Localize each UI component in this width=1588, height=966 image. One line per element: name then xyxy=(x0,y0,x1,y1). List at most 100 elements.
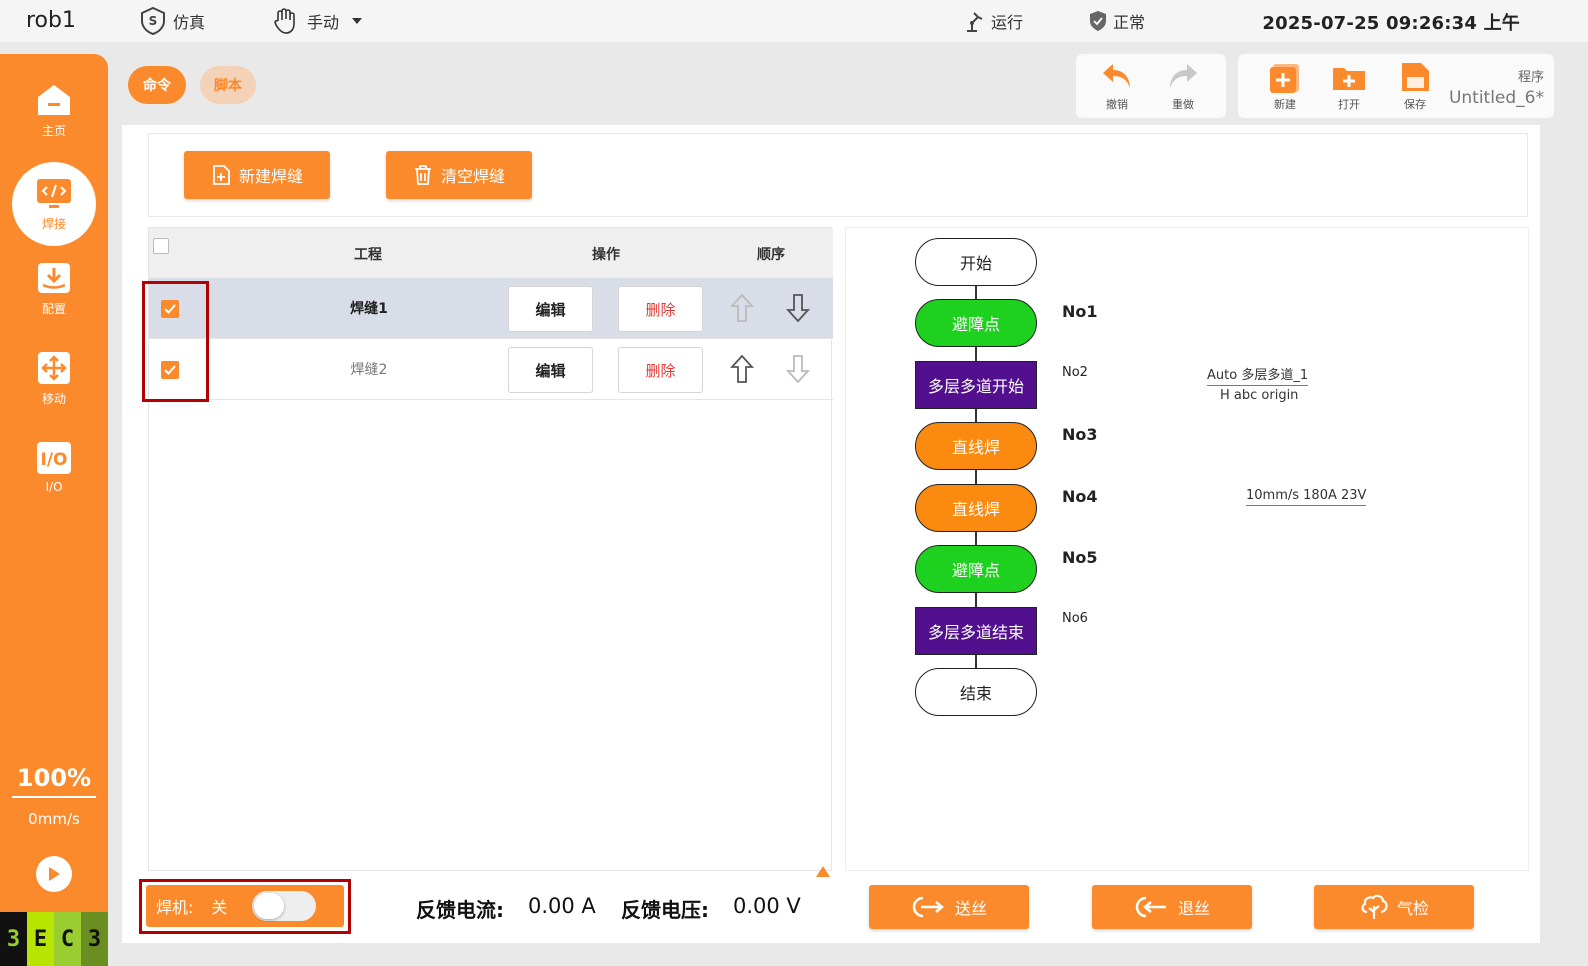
flow-node-param: H abc origin xyxy=(1220,388,1299,403)
program-name: Untitled_6* xyxy=(1448,88,1544,108)
undo-button[interactable]: 撤销 xyxy=(1092,60,1142,112)
sidebar-item-move[interactable]: 移动 xyxy=(0,350,108,407)
file-toolbar: 新建 打开 保存 程序 Untitled_6* xyxy=(1238,54,1554,118)
save-label: 保存 xyxy=(1404,98,1426,111)
open-folder-icon xyxy=(1333,68,1365,90)
sidebar-item-config[interactable]: 配置 xyxy=(0,260,108,317)
mode-label: 手动 xyxy=(307,13,340,32)
flow-node[interactable]: 多层多道开始 xyxy=(915,361,1037,409)
sidebar-item-label: 主页 xyxy=(41,124,66,138)
feedback-voltage-value: 0.00 V xyxy=(733,894,801,918)
home-icon xyxy=(38,85,70,115)
wire-feed-icon xyxy=(912,896,944,918)
brand-logo: 3 E C 3 xyxy=(0,912,108,966)
flow-node[interactable]: 避障点 xyxy=(915,545,1037,593)
robot-name: rob1 xyxy=(26,8,76,33)
new-program-button[interactable]: 新建 xyxy=(1260,60,1310,112)
svg-text:I/O: I/O xyxy=(41,450,68,470)
logo-char: 3 xyxy=(81,912,108,966)
sidebar-item-label: 配置 xyxy=(41,302,66,316)
program-caption: 程序 xyxy=(1517,70,1544,85)
open-program-button[interactable]: 打开 xyxy=(1324,60,1374,112)
edit-button[interactable]: 编辑 xyxy=(508,347,593,393)
code-monitor-icon xyxy=(37,178,71,208)
feed-wire-label: 送丝 xyxy=(954,899,987,918)
datetime: 2025-07-25 09:26:34 上午 xyxy=(1262,13,1520,34)
flow-node[interactable]: 避障点 xyxy=(915,299,1037,347)
simulation-shield-icon: S xyxy=(141,6,165,36)
new-seam-button[interactable]: 新建焊缝 xyxy=(184,151,330,199)
tab-script[interactable]: 脚本 xyxy=(200,66,256,104)
flow-node-end[interactable]: 结束 xyxy=(915,668,1037,716)
header-project: 工程 xyxy=(354,247,382,263)
history-toolbar: 撤销 重做 xyxy=(1076,54,1226,118)
table-row[interactable]: 焊缝2 编辑 删除 xyxy=(149,339,833,400)
flow-node-param: Auto 多层多道_1 xyxy=(1207,364,1309,386)
sidebar-item-io[interactable]: I/O I/O xyxy=(0,440,108,494)
sidebar: 主页 焊接 配置 移动 I/O I/O 100% 0mm/s 3 E C 3 xyxy=(0,54,108,966)
flow-node-number: No1 xyxy=(1062,302,1098,321)
resize-handle-icon[interactable] xyxy=(816,866,830,877)
io-icon: I/O xyxy=(37,442,71,474)
speed-display[interactable]: 100% 0mm/s xyxy=(0,764,108,828)
redo-button[interactable]: 重做 xyxy=(1158,60,1208,112)
feed-wire-button[interactable]: 送丝 xyxy=(869,885,1029,929)
robot-arm-icon xyxy=(967,12,983,32)
top-bar: rob1 S 仿真 手动 运行 正常 2025-07-25 09:26:34 上… xyxy=(0,0,1588,42)
seam-actions-card xyxy=(148,133,1528,217)
sidebar-item-label: I/O xyxy=(45,480,63,494)
flow-node-number: No4 xyxy=(1062,487,1098,506)
header-ops: 操作 xyxy=(592,247,620,263)
flow-node[interactable]: 多层多道结束 xyxy=(915,607,1037,655)
redo-icon xyxy=(1170,64,1197,88)
flow-node[interactable]: 直线焊 xyxy=(915,484,1037,532)
tab-command[interactable]: 命令 xyxy=(128,66,186,104)
welder-highlight-box xyxy=(139,879,351,934)
move-up-icon[interactable] xyxy=(729,353,755,385)
retract-wire-label: 退丝 xyxy=(1177,899,1210,918)
sidebar-item-label: 移动 xyxy=(41,392,66,406)
sidebar-item-welding[interactable]: 焊接 xyxy=(12,162,96,246)
move-down-icon[interactable] xyxy=(785,292,811,324)
flow-node-start[interactable]: 开始 xyxy=(915,238,1037,286)
move-down-icon[interactable] xyxy=(785,353,811,385)
wire-retract-icon xyxy=(1135,896,1166,918)
undo-icon xyxy=(1103,64,1130,88)
gas-tree-icon xyxy=(1361,894,1388,919)
gas-check-label: 气检 xyxy=(1396,899,1429,918)
clear-seam-label: 清空焊缝 xyxy=(440,167,505,186)
svg-text:S: S xyxy=(149,14,158,28)
move-up-icon[interactable] xyxy=(729,292,755,324)
mode-dropdown[interactable]: 手动 xyxy=(272,8,364,34)
save-program-button[interactable]: 保存 xyxy=(1390,60,1440,112)
select-all-checkbox[interactable] xyxy=(153,238,169,254)
shield-check-icon xyxy=(1090,11,1106,31)
play-button[interactable] xyxy=(36,856,72,892)
simulation-toggle[interactable]: S 仿真 xyxy=(138,6,206,36)
edit-button[interactable]: 编辑 xyxy=(508,286,593,332)
redo-label: 重做 xyxy=(1172,98,1194,111)
download-tray-icon xyxy=(38,263,70,293)
flow-node-number: No6 xyxy=(1062,611,1088,626)
delete-button[interactable]: 删除 xyxy=(618,286,703,332)
gas-check-button[interactable]: 气检 xyxy=(1314,885,1474,929)
sidebar-item-home[interactable]: 主页 xyxy=(0,82,108,139)
hand-icon xyxy=(274,8,295,34)
delete-button[interactable]: 删除 xyxy=(618,347,703,393)
logo-char: E xyxy=(27,912,54,966)
seam-table: 工程 操作 顺序 焊缝1 编辑 删除 焊缝2 编辑 删除 xyxy=(148,227,833,871)
checkbox-highlight-box xyxy=(142,281,209,402)
move-cross-icon xyxy=(38,352,70,384)
flow-node[interactable]: 直线焊 xyxy=(915,422,1037,470)
clear-seam-button[interactable]: 清空焊缝 xyxy=(386,151,532,199)
open-label: 打开 xyxy=(1338,98,1360,111)
system-status: 正常 xyxy=(1088,8,1145,34)
simulation-label: 仿真 xyxy=(173,13,206,32)
table-row[interactable]: 焊缝1 编辑 删除 xyxy=(149,278,833,339)
table-header: 工程 操作 顺序 xyxy=(149,228,833,278)
retract-wire-button[interactable]: 退丝 xyxy=(1092,885,1252,929)
new-file-icon xyxy=(1270,64,1299,93)
run-status: 运行 xyxy=(962,8,1023,34)
feedback-voltage-label: 反馈电压: xyxy=(621,898,709,922)
logo-char: 3 xyxy=(0,912,27,966)
